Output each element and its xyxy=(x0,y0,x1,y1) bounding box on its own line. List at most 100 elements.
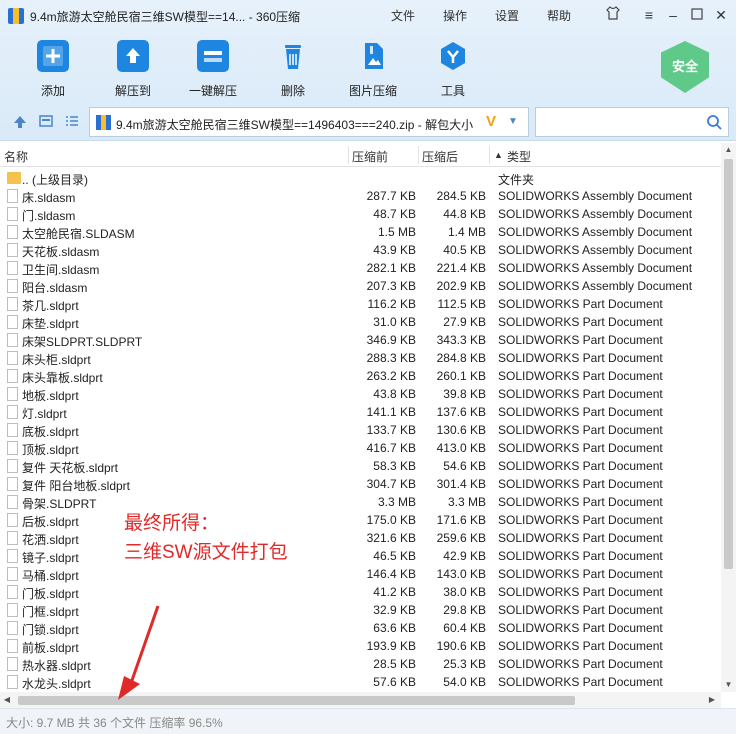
file-icon xyxy=(7,333,18,347)
file-row[interactable]: 阳台.sldasm 207.3 KB 202.9 KB SOLIDWORKS Asse… xyxy=(0,277,721,295)
vertical-scrollbar[interactable]: ▲ ▼ xyxy=(721,143,736,692)
search-input[interactable] xyxy=(540,109,700,135)
file-icon xyxy=(7,297,18,311)
menu-settings[interactable]: 设置 xyxy=(495,7,519,24)
maximize-icon[interactable] xyxy=(688,6,706,24)
file-size-before: 346.9 KB xyxy=(366,333,416,347)
file-size-before: 48.7 KB xyxy=(373,207,416,221)
sort-up-icon: ▲ xyxy=(494,150,503,160)
search-box xyxy=(535,107,729,137)
column-divider[interactable] xyxy=(348,146,349,164)
file-row[interactable]: 床.sldasm 287.7 KB 284.5 KB SOLIDWORKS Assem… xyxy=(0,187,721,205)
view-detail-icon[interactable] xyxy=(39,115,53,129)
file-row[interactable]: 底板.sldprt 133.7 KB 130.6 KB SOLIDWORKS Part… xyxy=(0,421,721,439)
one-click-extract-label: 一键解压 xyxy=(188,84,237,98)
file-row[interactable]: 灯.sldprt 141.1 KB 137.6 KB SOLIDWORKS Part … xyxy=(0,403,721,421)
file-row[interactable]: 床架SLDPRT.SLDPRT 346.9 KB 343.3 KB SOLIDWORK… xyxy=(0,331,721,349)
menu-help[interactable]: 帮助 xyxy=(547,7,571,24)
file-row[interactable]: 床头柜.sldprt 288.3 KB 284.8 KB SOLIDWORKS Par… xyxy=(0,349,721,367)
file-row[interactable]: 骨架.SLDPRT 3.3 MB 3.3 MB SOLIDWORKS Part Doc… xyxy=(0,493,721,511)
file-row[interactable]: 花洒.sldprt 321.6 KB 259.6 KB SOLIDWORKS Part… xyxy=(0,529,721,547)
file-name: 地板.sldprt xyxy=(22,389,79,403)
file-type: SOLIDWORKS Part Document xyxy=(498,657,663,671)
scroll-right-icon[interactable]: ▶ xyxy=(705,692,719,708)
column-type[interactable]: 类型 xyxy=(507,148,531,165)
column-divider[interactable] xyxy=(418,146,419,164)
tools-button[interactable]: 工具 xyxy=(418,38,488,98)
file-row[interactable]: 热水器.sldprt 28.5 KB 25.3 KB SOLIDWORKS Part … xyxy=(0,655,721,673)
file-size-before: 1.5 MB xyxy=(377,225,416,239)
add-button[interactable]: 添加 xyxy=(18,38,88,98)
file-row[interactable]: 复件 阳台地板.sldprt 304.7 KB 301.4 KB SOLIDWORKS… xyxy=(0,475,721,493)
file-size-after: 171.6 KB xyxy=(436,513,486,527)
file-size-after: 137.6 KB xyxy=(436,405,486,419)
column-divider[interactable] xyxy=(489,146,490,164)
shirt-icon[interactable] xyxy=(604,6,622,24)
file-size-before: 58.3 KB xyxy=(373,459,416,473)
file-row[interactable]: 顶板.sldprt 416.7 KB 413.0 KB SOLIDWORKS Part… xyxy=(0,439,721,457)
scroll-thumb[interactable] xyxy=(724,159,733,569)
column-compressed[interactable]: 压缩前 xyxy=(352,148,388,165)
search-icon[interactable] xyxy=(706,114,722,130)
file-row[interactable]: 太空舱民宿.SLDASM 1.5 MB 1.4 MB SOLIDWORKS Assem… xyxy=(0,223,721,241)
column-name[interactable]: 名称 xyxy=(4,148,28,165)
close-icon[interactable]: ✕ xyxy=(712,6,730,24)
delete-button[interactable]: 删除 xyxy=(258,38,328,98)
file-row[interactable]: 镜子.sldprt 46.5 KB 42.9 KB SOLIDWORKS Part D… xyxy=(0,547,721,565)
minimize-icon[interactable]: – xyxy=(664,6,682,24)
file-row[interactable]: 床垫.sldprt 31.0 KB 27.9 KB SOLIDWORKS Part D… xyxy=(0,313,721,331)
file-type: SOLIDWORKS Part Document xyxy=(498,315,663,329)
file-name: 床垫.sldprt xyxy=(22,317,79,331)
image-compress-label: 图片压缩 xyxy=(348,84,397,98)
file-row[interactable]: 地板.sldprt 43.8 KB 39.8 KB SOLIDWORKS Part D… xyxy=(0,385,721,403)
file-row[interactable]: 门板.sldprt 41.2 KB 38.0 KB SOLIDWORKS Part D… xyxy=(0,583,721,601)
file-size-after: 190.6 KB xyxy=(436,639,486,653)
status-bar: 大小: 9.7 MB 共 36 个文件 压缩率 96.5% xyxy=(0,708,736,734)
file-icon xyxy=(7,657,18,671)
scroll-up-icon[interactable]: ▲ xyxy=(721,143,736,157)
column-original[interactable]: 压缩后 xyxy=(422,148,458,165)
file-row[interactable]: 前板.sldprt 193.9 KB 190.6 KB SOLIDWORKS Part… xyxy=(0,637,721,655)
file-row[interactable]: .. (上级目录) 文件夹 xyxy=(0,169,721,187)
view-list-icon[interactable] xyxy=(65,115,79,129)
file-type: SOLIDWORKS Assembly Document xyxy=(498,189,693,203)
one-click-extract-button[interactable]: 一键解压 xyxy=(178,38,248,98)
file-size-after: 221.4 KB xyxy=(436,261,486,275)
horizontal-scrollbar[interactable]: ◀ ▶ xyxy=(0,692,721,708)
safe-badge[interactable]: 安全 xyxy=(661,41,709,93)
file-type: SOLIDWORKS Part Document xyxy=(498,459,663,473)
file-row[interactable]: 复件 天花板.sldprt 58.3 KB 54.6 KB SOLIDWORKS Pa… xyxy=(0,457,721,475)
file-size-after: 39.8 KB xyxy=(443,387,486,401)
scroll-left-icon[interactable]: ◀ xyxy=(0,692,14,708)
file-name: .. (上级目录) xyxy=(22,173,88,187)
file-type: SOLIDWORKS Part Document xyxy=(498,387,663,401)
up-arrow-icon[interactable] xyxy=(13,115,27,129)
file-size-after: 260.1 KB xyxy=(436,369,486,383)
title-bar: 9.4m旅游太空舱民宿三维SW模型==14... - 360压缩 文件 操作 设… xyxy=(0,0,736,32)
file-row[interactable]: 后板.sldprt 175.0 KB 171.6 KB SOLIDWORKS Part… xyxy=(0,511,721,529)
image-compress-button[interactable]: 图片压缩 xyxy=(338,38,408,98)
menu-icon[interactable]: ≡ xyxy=(640,6,658,24)
file-row[interactable]: 门.sldasm 48.7 KB 44.8 KB SOLIDWORKS Assembl… xyxy=(0,205,721,223)
file-size-after: 130.6 KB xyxy=(436,423,486,437)
file-row[interactable]: 马桶.sldprt 146.4 KB 143.0 KB SOLIDWORKS Part… xyxy=(0,565,721,583)
h-scroll-thumb[interactable] xyxy=(18,696,575,705)
file-row[interactable]: 床头靠板.sldprt 263.2 KB 260.1 KB SOLIDWORKS Pa… xyxy=(0,367,721,385)
nav-bar: 9.4m旅游太空舱民宿三维SW模型==1496403===240.zip - 解… xyxy=(0,105,736,137)
file-icon xyxy=(7,621,18,635)
scroll-down-icon[interactable]: ▼ xyxy=(721,678,736,692)
menu-file[interactable]: 文件 xyxy=(391,7,415,24)
file-row[interactable]: 水龙头.sldprt 57.6 KB 54.0 KB SOLIDWORKS Part … xyxy=(0,673,721,691)
extract-to-label: 解压到 xyxy=(114,84,151,98)
path-bar[interactable]: 9.4m旅游太空舱民宿三维SW模型==1496403===240.zip - 解… xyxy=(89,107,529,137)
extract-to-button[interactable]: 解压到 xyxy=(98,38,168,98)
menu-operation[interactable]: 操作 xyxy=(443,7,467,24)
file-size-before: 288.3 KB xyxy=(366,351,416,365)
chevron-down-icon[interactable]: ▼ xyxy=(508,116,518,127)
file-row[interactable]: 茶几.sldprt 116.2 KB 112.5 KB SOLIDWORKS Part… xyxy=(0,295,721,313)
file-row[interactable]: 天花板.sldasm 43.9 KB 40.5 KB SOLIDWORKS Assem… xyxy=(0,241,721,259)
file-row[interactable]: 卫生间.sldasm 282.1 KB 221.4 KB SOLIDWORKS Ass… xyxy=(0,259,721,277)
file-row[interactable]: 门锁.sldprt 63.6 KB 60.4 KB SOLIDWORKS Part D… xyxy=(0,619,721,637)
file-size-before: 263.2 KB xyxy=(366,369,416,383)
file-row[interactable]: 门框.sldprt 32.9 KB 29.8 KB SOLIDWORKS Part D… xyxy=(0,601,721,619)
